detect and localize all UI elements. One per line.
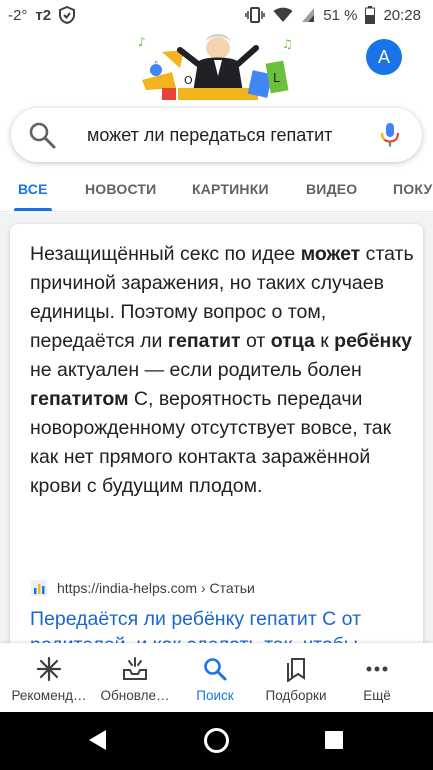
svg-text:L: L [273,71,280,85]
nav-label: Обновле… [100,688,170,703]
result-source[interactable]: https://india-helps.com › Статьи [30,579,255,597]
svg-text:♪: ♪ [138,35,146,49]
back-icon[interactable] [86,728,108,757]
search-input[interactable]: может ли передаться гепатит [87,125,354,146]
nav-updates[interactable]: Обновле… [92,643,178,712]
nav-label: Рекоменд… [11,688,87,703]
asterisk-icon [36,656,62,682]
inbox-updates-icon [122,656,148,682]
tab-news[interactable]: НОВОСТИ [85,181,156,197]
search-tabs: ВСЕ НОВОСТИ КАРТИНКИ ВИДЕО ПОКУ [0,170,433,212]
nav-label: Ещё [363,688,391,703]
battery-percent: 51 % [323,6,358,24]
shield-icon [59,6,76,24]
nav-search[interactable]: Поиск [172,643,258,712]
temperature-text: -2° [8,6,28,24]
more-dots-icon [364,656,390,682]
nav-discover[interactable]: Рекоменд… [6,643,92,712]
vibrate-icon [245,7,265,23]
search-box[interactable]: может ли передаться гепатит [11,108,422,162]
active-tab-indicator [14,208,52,211]
home-icon[interactable] [203,727,230,759]
signal-icon [301,7,315,23]
collections-icon [283,656,309,683]
microphone-icon[interactable] [379,121,401,149]
source-url: https://india-helps.com › Статьи [57,580,255,596]
status-bar: -2° т2 51 % 20:28 [0,0,433,30]
tab-video[interactable]: ВИДЕО [306,181,357,197]
recents-icon[interactable] [324,730,344,755]
nav-label: Поиск [196,688,234,703]
snippet-text: Незащищённый секс по идее может стать пр… [30,243,414,497]
nav-more[interactable]: Ещё [334,643,420,712]
featured-snippet-card: Незащищённый секс по идее может стать пр… [10,224,423,654]
system-navigation-bar [0,712,433,770]
nav-label: Подборки [265,688,327,703]
tab-all[interactable]: ВСЕ [18,181,48,197]
google-doodle[interactable]: ♪ ♫ ♪ L O [132,32,304,100]
svg-text:O: O [184,74,193,87]
header: ♪ ♫ ♪ L O A [0,30,433,102]
carrier-text: т2 [35,6,52,24]
bottom-navigation: Рекоменд… Обновле… Поиск Подборки Ещё [0,643,433,712]
svg-text:♫: ♫ [282,37,293,51]
tab-images[interactable]: КАРТИНКИ [192,181,269,197]
nav-collections[interactable]: Подборки [253,643,339,712]
account-avatar[interactable]: A [366,39,402,75]
battery-icon [365,6,376,24]
search-icon [202,656,228,682]
wifi-icon [273,7,293,23]
clock-text: 20:28 [383,6,421,24]
site-favicon-icon [30,579,48,597]
search-icon[interactable] [27,120,57,150]
tab-shopping[interactable]: ПОКУ [393,181,432,197]
